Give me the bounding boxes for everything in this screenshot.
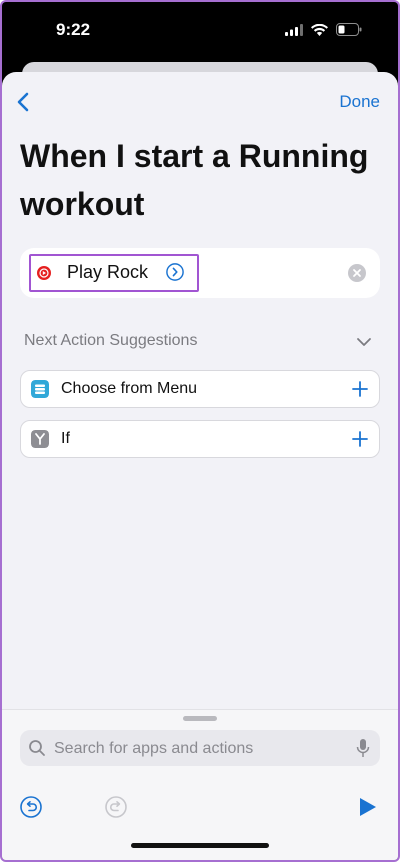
chevron-down-icon[interactable] [356, 336, 372, 348]
chevron-right-circle-icon[interactable] [166, 263, 184, 281]
redo-icon[interactable] [105, 796, 127, 818]
page-title: When I start a Running workout [20, 138, 369, 222]
wifi-icon [311, 23, 328, 36]
add-icon[interactable] [351, 430, 369, 448]
status-bar: 9:22 [2, 2, 398, 64]
suggestion-label: Choose from Menu [61, 380, 198, 397]
action-card[interactable]: Play Rock [20, 248, 380, 298]
youtube-music-icon [37, 266, 51, 280]
signal-bars-icon [285, 23, 303, 36]
automation-sheet: Done When I start a Running workout Play… [2, 72, 398, 860]
menu-icon [31, 380, 49, 398]
add-icon[interactable] [351, 380, 369, 398]
if-branch-icon [31, 430, 49, 448]
phone-screen: 9:22 Done When I start a Running workout… [2, 2, 398, 860]
play-icon[interactable] [358, 796, 378, 818]
status-time: 9:22 [56, 20, 91, 39]
search-icon [29, 740, 45, 756]
suggestions-header: Next Action Suggestions [24, 332, 198, 349]
undo-icon[interactable] [20, 796, 42, 818]
search-bar[interactable] [20, 730, 380, 766]
suggestion-item-if[interactable]: If [20, 420, 380, 458]
suggestion-label: If [61, 430, 70, 447]
microphone-icon[interactable] [356, 738, 370, 758]
action-search-panel [2, 709, 398, 860]
clear-x-icon[interactable] [348, 264, 366, 282]
suggestion-item-choose-from-menu[interactable]: Choose from Menu [20, 370, 380, 408]
battery-icon [336, 23, 362, 36]
action-label[interactable]: Play Rock [67, 262, 148, 283]
home-indicator [131, 843, 269, 848]
done-button[interactable]: Done [339, 92, 380, 112]
chevron-left-icon [17, 92, 29, 112]
panel-grabber[interactable] [183, 716, 217, 721]
search-input[interactable] [52, 736, 336, 762]
editor-toolbar [2, 788, 398, 828]
status-icons [285, 23, 362, 36]
back-button[interactable] [12, 90, 36, 114]
